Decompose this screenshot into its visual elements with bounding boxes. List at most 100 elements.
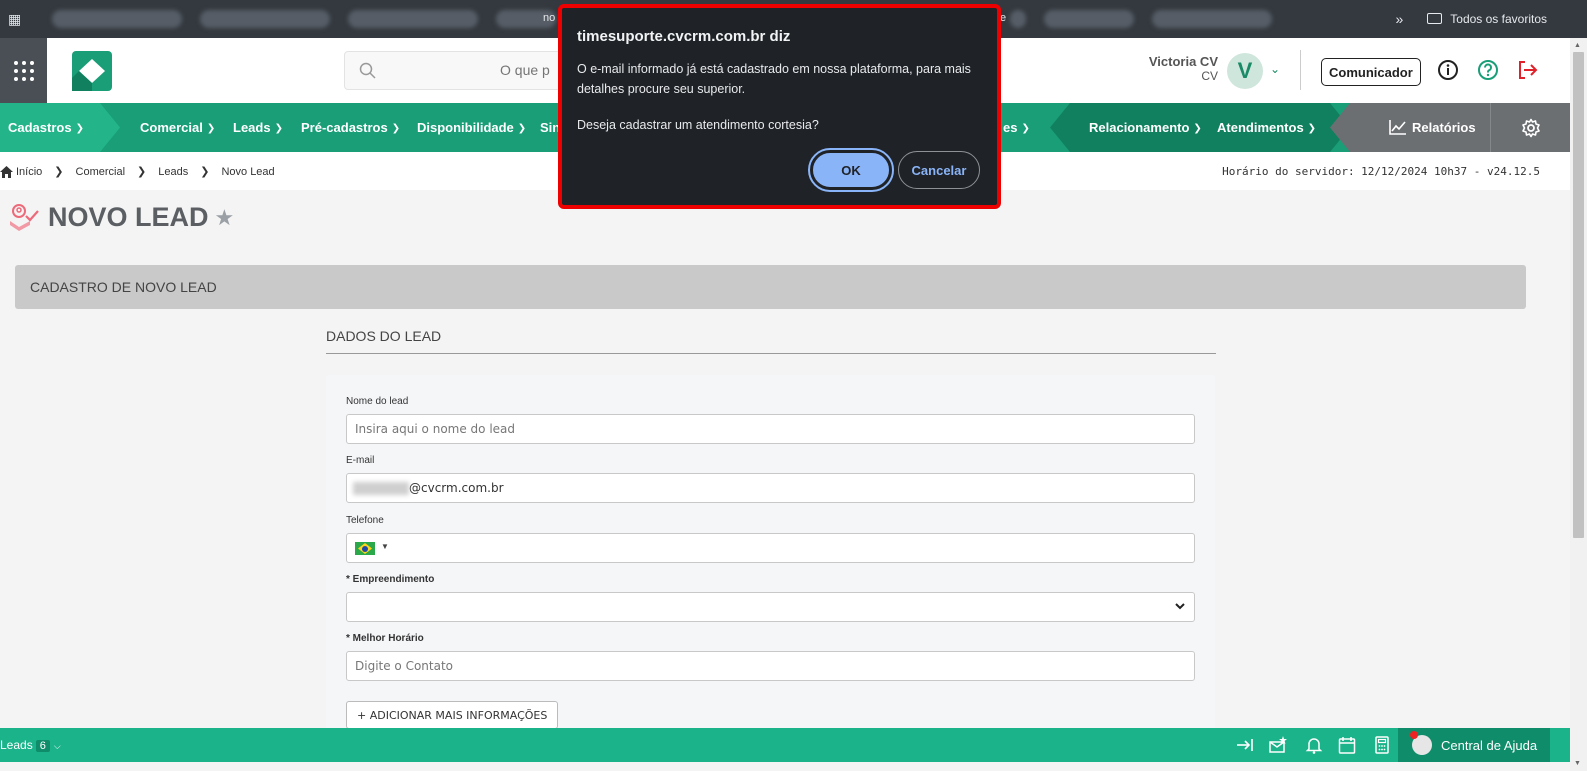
app-launcher-button[interactable] (0, 38, 47, 103)
avatar[interactable]: V (1227, 53, 1263, 89)
page-scrollbar[interactable]: ▲ ▼ (1570, 38, 1587, 771)
telefone-label: Telefone (346, 515, 384, 526)
nome-label: Nome do lead (346, 396, 409, 407)
chevron-down-icon: ⌵ (53, 741, 61, 751)
calculator-icon[interactable] (1373, 736, 1391, 754)
server-time: Horário do servidor: 12/12/2024 10h37 - … (1222, 165, 1540, 178)
page-title: NOVO LEAD ★ (8, 202, 234, 233)
blurred-bookmarks (52, 10, 556, 28)
menu-item-comercial[interactable]: Comercial ❯ (140, 103, 215, 152)
add-more-info-button[interactable]: + ADICIONAR MAIS INFORMAÇÕES (346, 701, 559, 729)
bell-icon[interactable] (1305, 736, 1323, 754)
menu-item-label: Leads (233, 120, 271, 135)
section-title: DADOS DO LEAD (326, 328, 1216, 354)
menu-item-label: Atendimentos (1217, 120, 1304, 135)
collapse-right-icon[interactable] (1236, 736, 1254, 754)
empreendimento-label: * Empreendimento (346, 574, 435, 585)
breadcrumb-leads[interactable]: Leads (158, 166, 188, 178)
chevron-right-icon: ❯ (137, 166, 147, 178)
menu-item-pre-cadastros[interactable]: Pré-cadastros ❯ (301, 103, 400, 152)
menu-item-relacionamento[interactable]: Relacionamento ❯ (1089, 103, 1202, 152)
calendar-icon[interactable] (1338, 736, 1356, 754)
home-icon (0, 165, 13, 178)
chevron-down-icon: ❯ (274, 123, 283, 134)
scroll-down-icon[interactable]: ▼ (1574, 760, 1581, 767)
caret-down-icon[interactable]: ▼ (381, 542, 389, 551)
menu-item-label: Disponibilidade (417, 120, 514, 135)
footer-leads-label: Leads (0, 738, 33, 752)
gear-icon (1521, 118, 1540, 137)
horario-field[interactable] (346, 651, 1195, 681)
mail-star-icon[interactable] (1269, 736, 1287, 754)
breadcrumb: Início ❯ Comercial ❯ Leads ❯ Novo Lead (0, 165, 275, 178)
cvcrm-logo-icon[interactable] (72, 51, 112, 91)
chevron-down-icon: ❯ (1307, 123, 1317, 134)
email-field[interactable]: @cvcrm.com.br (346, 473, 1195, 503)
menu-item-relatorios[interactable]: Relatórios (1389, 103, 1476, 152)
bookmark-peek-left[interactable]: no (543, 12, 555, 24)
scroll-up-icon[interactable]: ▲ (1574, 42, 1581, 49)
menu-item-leads[interactable]: Leads ❯ (233, 103, 283, 152)
all-favorites-link[interactable]: Todos os favoritos (1427, 12, 1547, 26)
folder-icon (1427, 13, 1443, 24)
blurred-bookmarks-right (1010, 10, 1272, 28)
chevron-down-icon: ❯ (206, 123, 216, 134)
notification-dot (1410, 731, 1418, 739)
cancel-button[interactable]: Cancelar (898, 151, 980, 189)
logout-icon[interactable] (1516, 59, 1538, 81)
chevron-down-icon[interactable]: ⌄ (1270, 62, 1280, 76)
chevron-down-icon: ❯ (1021, 123, 1030, 134)
help-icon[interactable] (1477, 59, 1499, 81)
more-bookmarks-icon[interactable]: » (1395, 11, 1403, 27)
apps-grid-icon[interactable]: ▦ (8, 11, 24, 27)
menu-item-disponibilidade[interactable]: Disponibilidade ❯ (417, 103, 526, 152)
footer-bar: Leads 6 ⌵ Central de Ajuda (0, 728, 1570, 762)
dots-grid-icon (13, 60, 34, 81)
telefone-field[interactable]: ▼ (346, 533, 1195, 563)
user-info[interactable]: Victoria CV CV (1134, 54, 1218, 84)
breadcrumb-novo-lead: Novo Lead (221, 165, 275, 178)
header-divider (1300, 50, 1301, 90)
menu-item-label: Comercial (140, 120, 203, 135)
nome-input[interactable] (347, 415, 1194, 443)
scrollbar-thumb[interactable] (1573, 52, 1584, 538)
chart-line-icon (1389, 120, 1406, 135)
menu-item-cadastros[interactable]: Cadastros ❯ (8, 103, 84, 152)
footer-leads[interactable]: Leads 6 ⌵ (0, 738, 61, 752)
horario-label: * Melhor Horário (346, 633, 424, 644)
page-title-text: NOVO LEAD (48, 202, 209, 232)
chevron-down-icon: ❯ (391, 123, 401, 134)
panel-header[interactable]: CADASTRO DE NOVO LEAD (15, 265, 1526, 309)
favorite-star-icon[interactable]: ★ (215, 205, 235, 231)
menu-item-label: es (1003, 120, 1018, 135)
nome-field[interactable] (346, 414, 1195, 444)
user-org: CV (1201, 69, 1218, 83)
breadcrumb-inicio[interactable]: Início (16, 166, 42, 178)
menu-item-label: Pré-cadastros (301, 120, 388, 135)
chevron-right-icon: ❯ (200, 166, 210, 178)
settings-button[interactable] (1490, 103, 1570, 152)
confirm-dialog: timesuporte.cvcrm.com.br diz O e-mail in… (558, 4, 1001, 209)
info-icon[interactable] (1437, 59, 1459, 81)
email-label: E-mail (346, 455, 375, 466)
menu-item-label: Relacionamento (1089, 120, 1190, 135)
email-value: @cvcrm.com.br (409, 481, 504, 495)
email-redacted (353, 482, 409, 495)
user-name: Victoria CV (1148, 54, 1218, 69)
horario-input[interactable] (347, 652, 1194, 680)
comunicador-button[interactable]: Comunicador (1321, 58, 1421, 86)
breadcrumb-comercial[interactable]: Comercial (76, 166, 126, 178)
chevron-down-icon: ❯ (75, 123, 84, 134)
dialog-message: O e-mail informado já está cadastrado em… (577, 62, 971, 96)
menu-item-es[interactable]: es ❯ (1003, 103, 1030, 152)
leads-count-badge: 6 (35, 740, 50, 752)
panel-title: CADASTRO DE NOVO LEAD (30, 279, 217, 295)
menu-item-atendimentos[interactable]: Atendimentos ❯ (1217, 103, 1316, 152)
help-center-button[interactable]: Central de Ajuda (1398, 728, 1550, 762)
menu-item-label: Cadastros (8, 120, 72, 135)
empreendimento-select[interactable] (346, 592, 1195, 622)
ok-button[interactable]: OK (808, 148, 894, 192)
brazil-flag-icon[interactable] (355, 542, 375, 555)
all-favorites-label: Todos os favoritos (1450, 12, 1547, 26)
chevron-right-icon: ❯ (54, 166, 64, 178)
